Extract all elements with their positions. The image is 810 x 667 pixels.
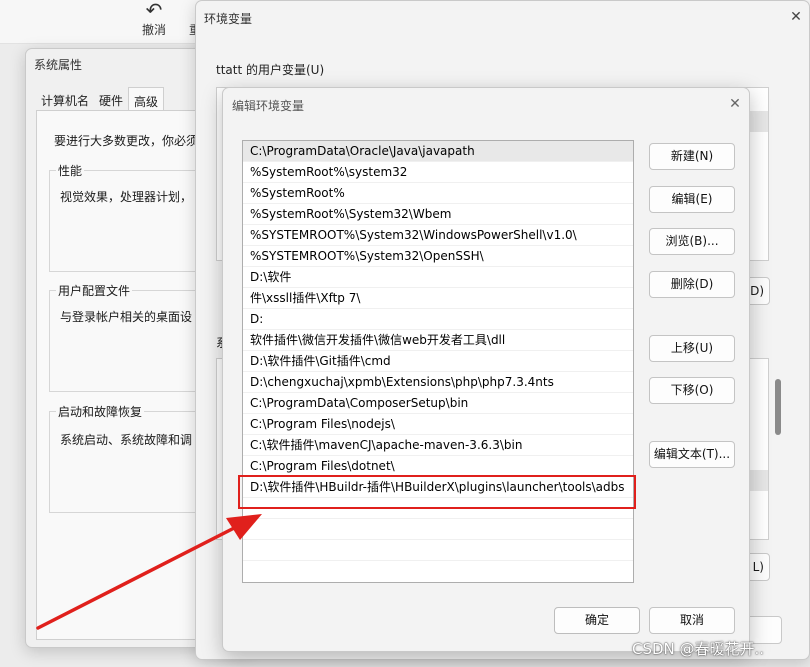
delete-button[interactable]: 删除(D) <box>649 271 735 298</box>
path-item[interactable]: C:\ProgramData\Oracle\Java\javapath <box>243 141 633 162</box>
group-description: 视觉效果，处理器计划， <box>60 190 193 204</box>
admin-notice: 要进行大多数更改，你必须 <box>54 134 199 148</box>
path-item[interactable]: C:\软件插件\mavenCJ\apache-maven-3.6.3\bin <box>243 435 633 456</box>
edit-environment-variable-dialog: 编辑环境变量 ✕ C:\ProgramData\Oracle\Java\java… <box>222 87 750 652</box>
close-icon[interactable]: ✕ <box>727 96 743 112</box>
dialog-title: 编辑环境变量 <box>232 99 305 113</box>
path-item[interactable]: C:\ProgramData\ComposerSetup\bin <box>243 393 633 414</box>
undo-label: 撤消 <box>141 23 166 37</box>
tab-computer-name[interactable]: 计算机名 <box>36 87 94 111</box>
path-item[interactable]: %SYSTEMROOT%\System32\OpenSSH\ <box>243 246 633 267</box>
path-item[interactable]: %SystemRoot%\system32 <box>243 162 633 183</box>
group-description: 与登录帐户相关的桌面设 <box>60 310 193 324</box>
new-button[interactable]: 新建(N) <box>649 143 735 170</box>
group-title: 用户配置文件 <box>56 282 133 299</box>
move-down-button[interactable]: 下移(O) <box>649 377 735 404</box>
cancel-button[interactable]: 取消 <box>649 607 735 634</box>
path-list[interactable]: C:\ProgramData\Oracle\Java\javapath %Sys… <box>242 140 634 583</box>
empty-path-row[interactable] <box>243 519 633 540</box>
edit-text-button[interactable]: 编辑文本(T)... <box>649 441 735 468</box>
move-up-button[interactable]: 上移(U) <box>649 335 735 362</box>
scrollbar-thumb[interactable] <box>775 379 781 435</box>
undo-icon: ↶ <box>145 0 163 22</box>
tab-advanced[interactable]: 高级 <box>128 87 165 111</box>
tab-bar: 计算机名 硬件 高级 <box>36 87 165 111</box>
path-item[interactable]: 软件插件\微信开发插件\微信web开发者工具\dll <box>243 330 633 351</box>
watermark-text: CSDN @春暖花开.. <box>632 640 765 658</box>
path-item[interactable]: 件\xssll插件\Xftp 7\ <box>243 288 633 309</box>
window-title: 环境变量 <box>204 12 253 26</box>
group-title: 性能 <box>56 162 85 179</box>
path-item[interactable]: D:\chengxuchaj\xpmb\Extensions\php\php7.… <box>243 372 633 393</box>
browse-button[interactable]: 浏览(B)... <box>649 228 735 255</box>
group-title: 启动和故障恢复 <box>56 403 145 420</box>
undo-button[interactable]: ↶ 撤消 <box>138 0 170 38</box>
edit-button[interactable]: 编辑(E) <box>649 186 735 213</box>
window-title: 系统属性 <box>34 58 83 72</box>
tab-hardware[interactable]: 硬件 <box>94 87 128 111</box>
ok-button[interactable]: 确定 <box>554 607 640 634</box>
empty-path-row[interactable] <box>243 540 633 561</box>
group-description: 系统启动、系统故障和调 <box>60 433 193 447</box>
path-item[interactable]: %SystemRoot%\System32\Wbem <box>243 204 633 225</box>
path-item[interactable]: %SYSTEMROOT%\System32\WindowsPowerShell\… <box>243 225 633 246</box>
path-item[interactable]: D:\软件插件\Git插件\cmd <box>243 351 633 372</box>
path-item[interactable]: D: <box>243 309 633 330</box>
close-icon[interactable]: ✕ <box>788 9 804 25</box>
path-item[interactable]: %SystemRoot% <box>243 183 633 204</box>
highlight-box <box>238 475 636 509</box>
path-item[interactable]: D:\软件 <box>243 267 633 288</box>
path-item[interactable]: C:\Program Files\dotnet\ <box>243 456 633 477</box>
path-item[interactable]: C:\Program Files\nodejs\ <box>243 414 633 435</box>
user-variables-title: ttatt 的用户变量(U) <box>216 63 325 77</box>
